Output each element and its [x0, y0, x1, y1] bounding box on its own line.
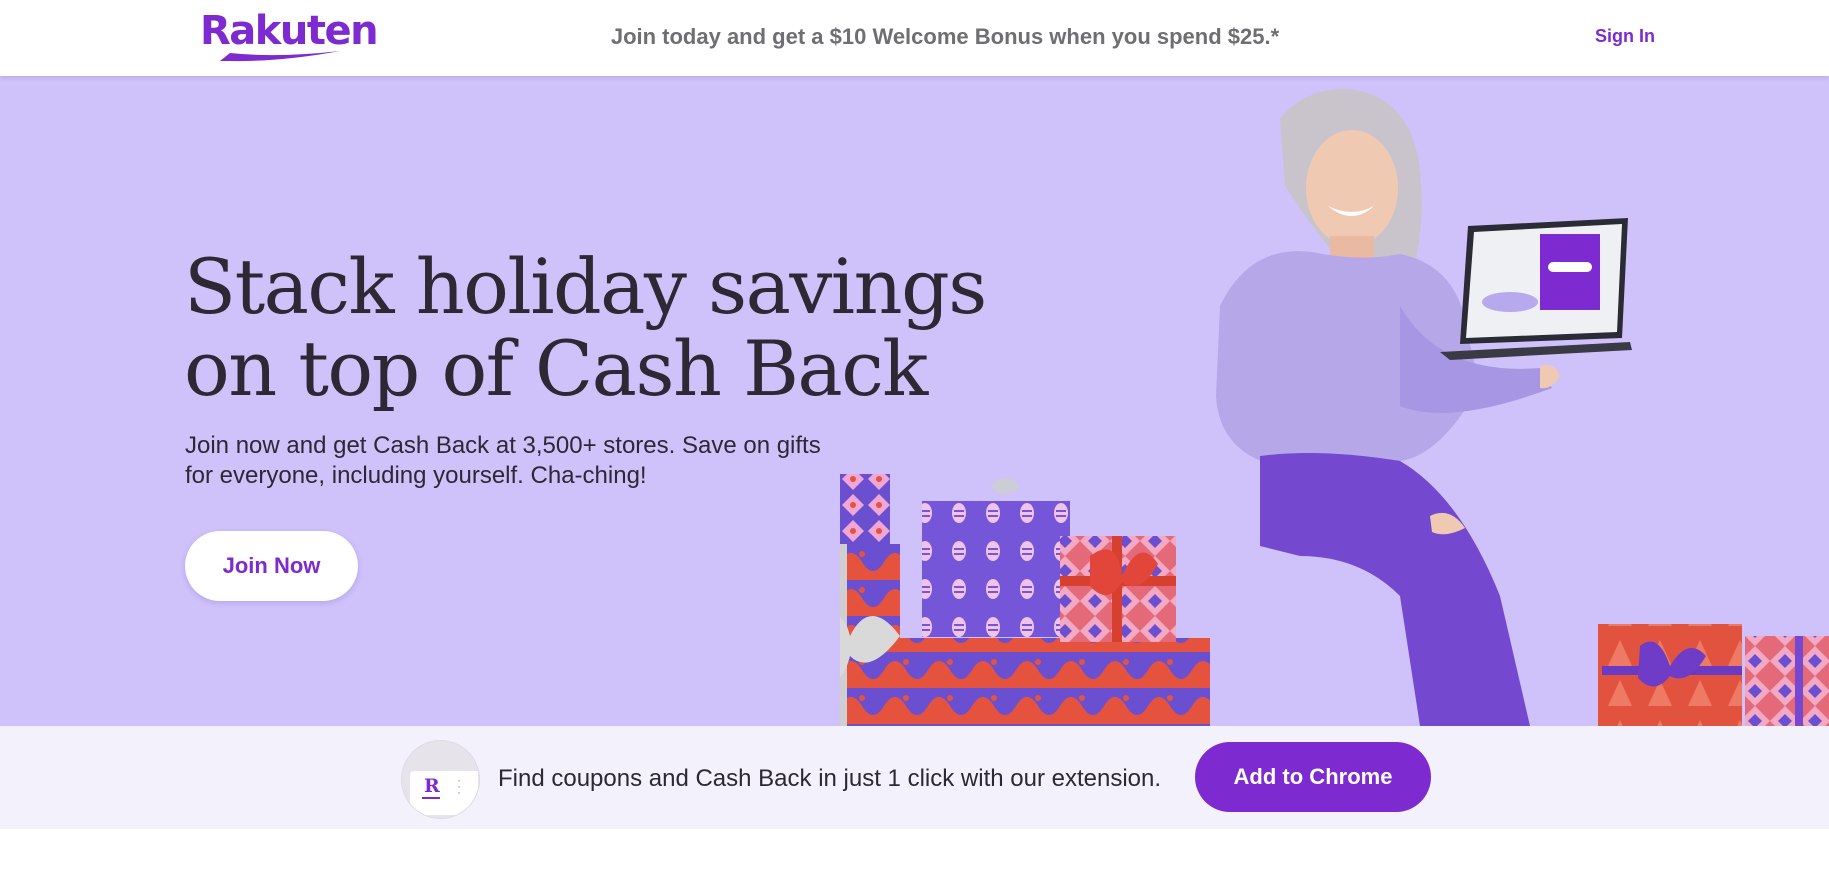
hero-headline-line-2: on top of Cash Back [184, 324, 928, 413]
sign-in-link[interactable]: Sign In [1595, 26, 1655, 47]
join-now-button[interactable]: Join Now [185, 531, 358, 601]
laptop-illustration [1440, 218, 1632, 360]
more-options-icon: · · · [457, 773, 461, 799]
extension-preview-icon: R · · · [401, 740, 480, 819]
hero-banner: Stack holiday savings on top of Cash Bac… [0, 76, 1829, 726]
hero-subcopy-line-1: Join now and get Cash Back at 3,500+ sto… [185, 432, 821, 459]
browser-extension-banner: R · · · Find coupons and Cash Back in just… [0, 726, 1829, 829]
hero-subcopy: Join now and get Cash Back at 3,500+ sto… [185, 431, 865, 491]
logo-swoosh-icon [220, 51, 340, 62]
r-underline [422, 797, 440, 799]
hero-illustration [840, 89, 1829, 726]
rakuten-r-icon: R [424, 775, 440, 797]
extension-promo-text: Find coupons and Cash Back in just 1 cli… [498, 765, 1162, 792]
rakuten-logo[interactable]: Rakuten [200, 8, 379, 62]
top-navigation-bar: Rakuten Join today and get a $10 Welcome… [0, 0, 1829, 76]
hero-subcopy-line-2: for everyone, including yourself. Cha-ch… [185, 462, 647, 489]
extension-popup-card [410, 771, 478, 815]
welcome-bonus-promo: Join today and get a $10 Welcome Bonus w… [610, 24, 1280, 49]
add-to-chrome-button[interactable]: Add to Chrome [1195, 742, 1431, 812]
logo-wordmark: Rakuten [200, 8, 379, 54]
